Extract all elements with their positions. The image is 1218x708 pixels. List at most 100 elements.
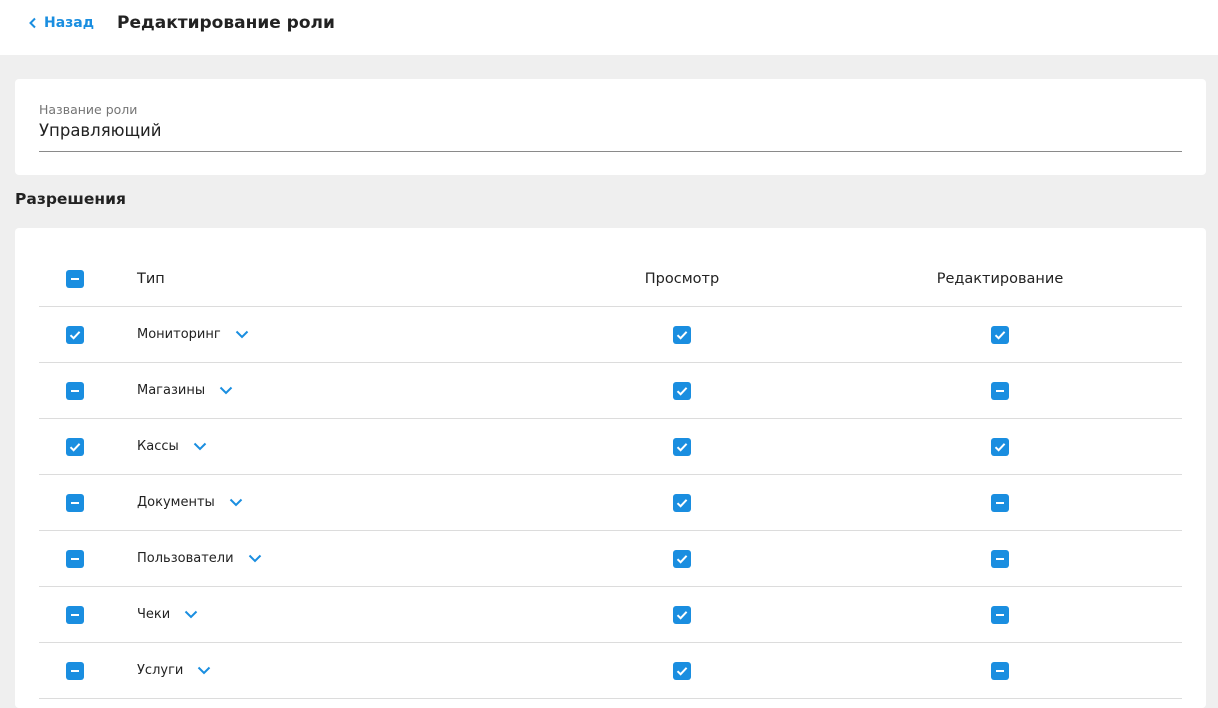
permission-type-name: Магазины (137, 383, 206, 398)
minus-icon (68, 664, 82, 678)
minus-icon (68, 608, 82, 622)
row-select-cell (66, 643, 84, 698)
row-view-cell (642, 363, 722, 418)
check-icon (993, 328, 1007, 342)
role-name-card: Название роли (15, 79, 1206, 175)
column-view-cell: Просмотр (622, 252, 742, 306)
row-type-cell: Документы (137, 475, 243, 530)
select-all-cell (66, 252, 84, 306)
column-type-cell: Тип (137, 252, 165, 306)
permissions-card: Тип Просмотр Редактирование Мониторинг М… (15, 228, 1206, 708)
chevron-down-icon[interactable] (184, 610, 198, 619)
check-icon (68, 328, 82, 342)
check-icon (675, 328, 689, 342)
row-view-cell (642, 643, 722, 698)
view-checkbox[interactable] (673, 605, 691, 624)
minus-icon (993, 496, 1007, 510)
row-select-checkbox[interactable] (66, 381, 84, 400)
row-type-cell: Чеки (137, 587, 198, 642)
check-icon (675, 440, 689, 454)
permission-row-receipts: Чеки (39, 587, 1182, 643)
role-name-label: Название роли (39, 102, 138, 117)
column-edit-cell: Редактирование (920, 252, 1080, 306)
check-icon (675, 552, 689, 566)
chevron-down-icon[interactable] (235, 330, 249, 339)
row-view-cell (642, 531, 722, 586)
page-title: Редактирование роли (117, 13, 335, 33)
permission-type-name: Документы (137, 495, 215, 510)
view-checkbox[interactable] (673, 549, 691, 568)
role-name-field[interactable]: Название роли (39, 101, 1182, 152)
column-header-type: Тип (137, 271, 165, 287)
row-select-checkbox[interactable] (66, 493, 84, 512)
column-header-view: Просмотр (644, 271, 720, 287)
row-select-checkbox[interactable] (66, 661, 84, 680)
minus-icon (68, 496, 82, 510)
row-type-cell: Кассы (137, 419, 207, 474)
view-checkbox[interactable] (673, 493, 691, 512)
row-select-checkbox[interactable] (66, 325, 84, 344)
row-select-cell (66, 419, 84, 474)
edit-checkbox[interactable] (991, 437, 1009, 456)
minus-icon (68, 384, 82, 398)
chevron-down-icon[interactable] (197, 666, 211, 675)
edit-checkbox[interactable] (991, 325, 1009, 344)
column-header-edit: Редактирование (936, 271, 1064, 287)
select-all-checkbox[interactable] (66, 270, 84, 288)
check-icon (68, 440, 82, 454)
row-edit-cell (960, 307, 1040, 362)
chevron-left-icon (28, 17, 38, 29)
row-view-cell (642, 587, 722, 642)
chevron-down-icon[interactable] (248, 554, 262, 563)
back-button[interactable]: Назад (28, 13, 94, 33)
row-select-cell (66, 475, 84, 530)
check-icon (675, 496, 689, 510)
edit-checkbox[interactable] (991, 605, 1009, 624)
chevron-down-icon[interactable] (219, 386, 233, 395)
permissions-header-row: Тип Просмотр Редактирование (39, 252, 1182, 307)
row-type-cell: Пользователи (137, 531, 262, 586)
permission-row-services: Услуги (39, 643, 1182, 699)
row-select-checkbox[interactable] (66, 605, 84, 624)
row-edit-cell (960, 643, 1040, 698)
minus-icon (993, 384, 1007, 398)
view-checkbox[interactable] (673, 661, 691, 680)
view-checkbox[interactable] (673, 381, 691, 400)
minus-icon (68, 272, 82, 286)
row-select-checkbox[interactable] (66, 549, 84, 568)
edit-checkbox[interactable] (991, 381, 1009, 400)
minus-icon (68, 552, 82, 566)
edit-checkbox[interactable] (991, 493, 1009, 512)
row-edit-cell (960, 419, 1040, 474)
view-checkbox[interactable] (673, 437, 691, 456)
row-select-cell (66, 307, 84, 362)
check-icon (675, 608, 689, 622)
back-label: Назад (44, 15, 95, 31)
permission-type-name: Мониторинг (137, 327, 221, 342)
permission-row-registers: Кассы (39, 419, 1182, 475)
row-select-cell (66, 531, 84, 586)
minus-icon (993, 664, 1007, 678)
row-view-cell (642, 307, 722, 362)
chevron-down-icon[interactable] (229, 498, 243, 507)
row-type-cell: Магазины (137, 363, 233, 418)
check-icon (993, 440, 1007, 454)
chevron-down-icon[interactable] (193, 442, 207, 451)
row-edit-cell (960, 531, 1040, 586)
permission-type-name: Кассы (137, 439, 179, 454)
minus-icon (993, 552, 1007, 566)
view-checkbox[interactable] (673, 325, 691, 344)
edit-checkbox[interactable] (991, 661, 1009, 680)
row-type-cell: Мониторинг (137, 307, 249, 362)
row-type-cell: Услуги (137, 643, 211, 698)
row-select-cell (66, 363, 84, 418)
check-icon (675, 384, 689, 398)
row-view-cell (642, 419, 722, 474)
row-select-checkbox[interactable] (66, 437, 84, 456)
check-icon (675, 664, 689, 678)
row-edit-cell (960, 363, 1040, 418)
row-view-cell (642, 475, 722, 530)
top-bar: Назад Редактирование роли (0, 0, 1218, 55)
edit-checkbox[interactable] (991, 549, 1009, 568)
role-name-input[interactable] (39, 121, 1139, 140)
